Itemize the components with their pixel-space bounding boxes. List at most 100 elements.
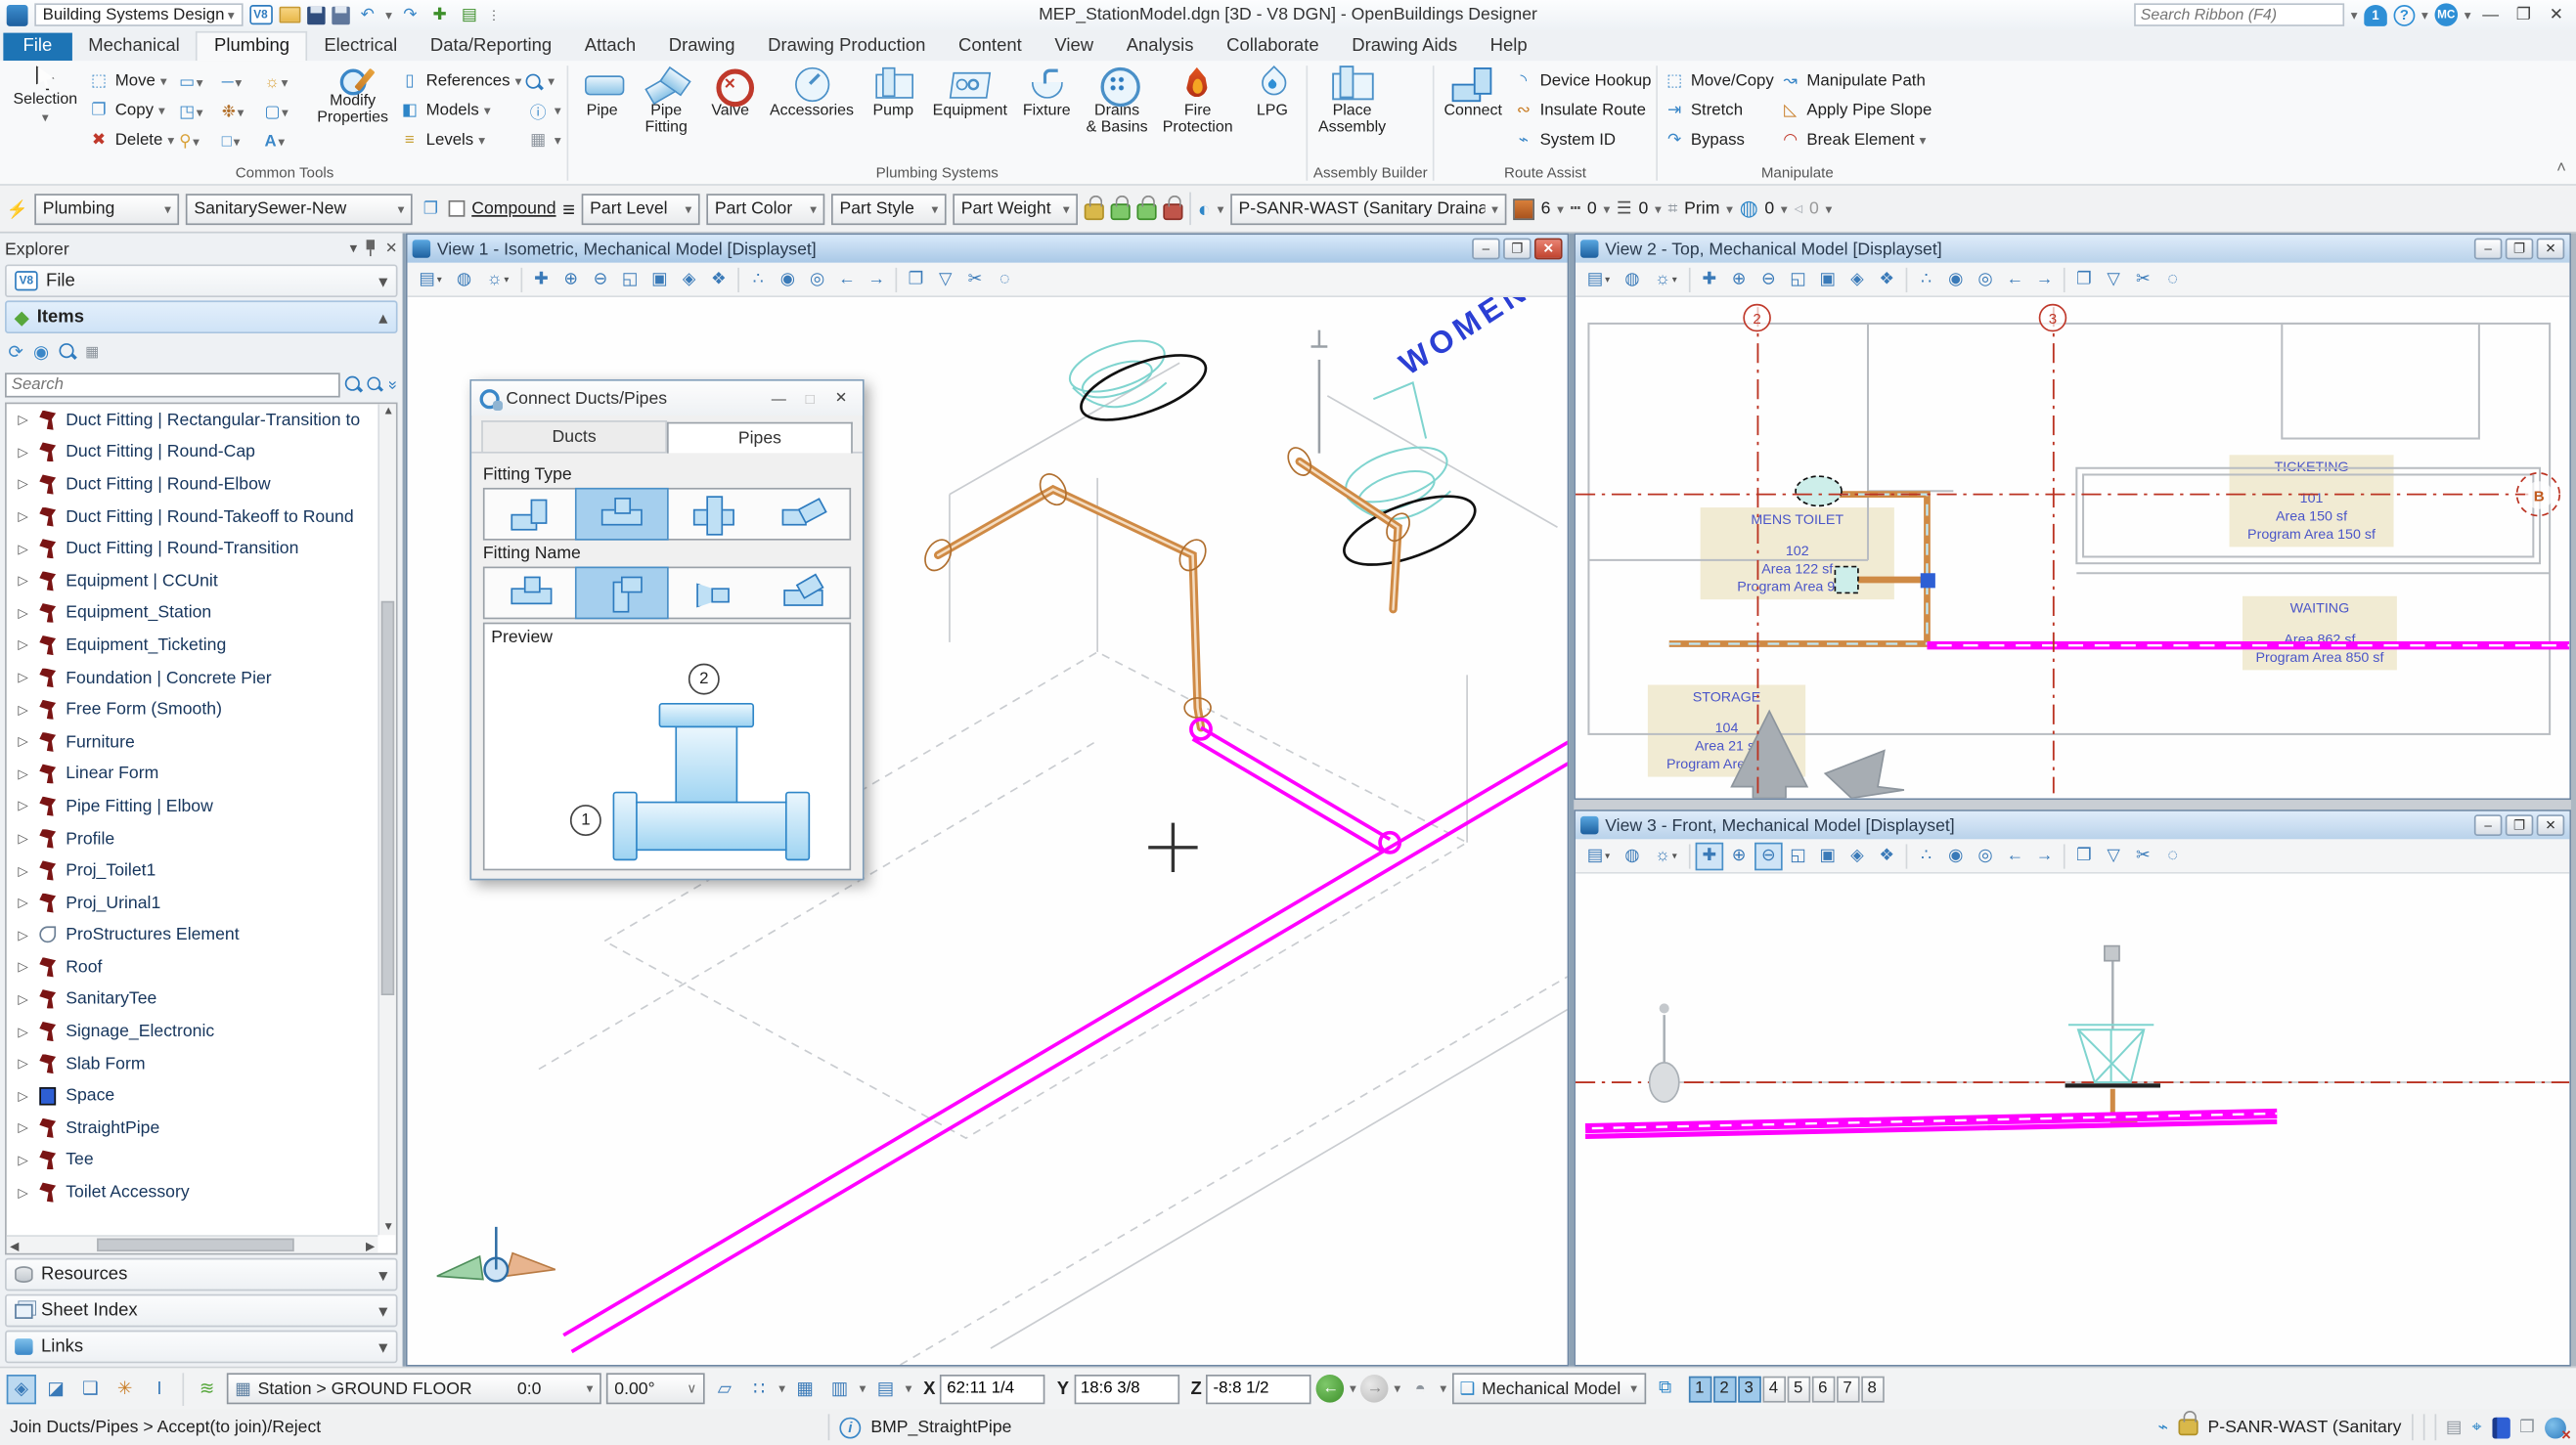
ribbon-tab[interactable]: Drawing Production (751, 33, 942, 62)
expand-icon[interactable] (17, 734, 29, 749)
collapse-ribbon-icon[interactable] (2556, 159, 2566, 177)
pan-view-icon[interactable] (1873, 265, 1901, 293)
saved-search-icon[interactable] (368, 377, 382, 392)
scrollbar-thumb[interactable] (97, 1239, 294, 1251)
view-toggle-button[interactable]: 5 (1787, 1376, 1810, 1402)
pushpin-icon[interactable] (428, 3, 452, 26)
window-area-icon[interactable] (1784, 265, 1812, 293)
tree-item[interactable]: Profile (7, 822, 396, 854)
displayset-icon[interactable] (2158, 265, 2187, 293)
fit-view-icon[interactable] (645, 265, 674, 293)
levels-button[interactable]: Levels (398, 126, 521, 154)
navigate-icon[interactable] (803, 265, 831, 293)
manipulate-path-button[interactable]: Manipulate Path (1779, 67, 1932, 96)
tree-item[interactable]: Duct Fitting | Rectangular-Transition to (7, 404, 396, 436)
fence-status-icon[interactable] (2472, 1417, 2482, 1438)
search-chevron-icon[interactable] (2351, 8, 2358, 22)
line-weight-icon[interactable] (1617, 198, 1632, 218)
measure-button[interactable] (222, 67, 265, 97)
selection-button[interactable]: Selection (8, 65, 82, 127)
isometric-lock-icon[interactable] (870, 1374, 900, 1403)
notifications-icon[interactable]: 1 (2364, 4, 2387, 25)
ribbon-tab[interactable]: Drawing Aids (1335, 33, 1473, 62)
level-lock-icon[interactable] (2178, 1419, 2198, 1435)
fly-icon[interactable] (774, 265, 802, 293)
plumbing-tool-button[interactable]: LPG (1243, 65, 1302, 122)
compound-icon[interactable] (419, 197, 442, 219)
plumbing-tool-button[interactable]: Valve (700, 65, 759, 122)
view-display-icon[interactable] (1580, 265, 1617, 293)
connection-status-icon[interactable] (2545, 1417, 2566, 1438)
modify-properties-button[interactable]: Modify Properties (312, 65, 393, 129)
dialog-minimize-button[interactable] (766, 387, 792, 409)
expand-icon[interactable] (17, 1120, 29, 1135)
tree-item[interactable]: ProStructures Element (7, 919, 396, 951)
expand-icon[interactable] (17, 477, 29, 492)
expand-icon[interactable] (17, 670, 29, 684)
save-icon[interactable] (307, 6, 325, 23)
tree-item[interactable]: Space (7, 1079, 396, 1112)
view-next-button[interactable] (1361, 1375, 1390, 1403)
fitting-name-option[interactable] (758, 568, 849, 617)
connect-ducts-pipes-dialog[interactable]: Connect Ducts/Pipes Ducts Pipes (469, 379, 864, 880)
account-chevron-icon[interactable] (2465, 8, 2471, 22)
unlock-icon[interactable] (1111, 203, 1131, 220)
expand-icon[interactable] (17, 413, 29, 427)
dialog-title-bar[interactable]: Connect Ducts/Pipes (471, 381, 863, 416)
snap-status-icon[interactable] (2158, 1418, 2169, 1437)
expand-icon[interactable] (17, 1153, 29, 1167)
view-restore-button[interactable] (2506, 814, 2534, 836)
expand-icon[interactable] (17, 509, 29, 524)
scroll-left-icon[interactable] (10, 1240, 19, 1252)
expand-icon[interactable] (17, 863, 29, 878)
grid-options-icon[interactable] (85, 342, 99, 360)
change-attributes-button[interactable] (222, 97, 265, 126)
clip-volume-icon[interactable] (2100, 265, 2128, 293)
scroll-right-icon[interactable] (366, 1240, 375, 1252)
workspace-selector[interactable]: Building Systems Design (34, 3, 243, 26)
rotate-view-icon[interactable] (1843, 842, 1872, 870)
view3-title-bar[interactable]: View 3 - Front, Mechanical Model [Displa… (1576, 811, 2569, 840)
grid-lock-icon[interactable] (824, 1374, 854, 1403)
view-close-button[interactable] (2537, 814, 2565, 836)
expand-icon[interactable] (17, 896, 29, 910)
clear-override-icon[interactable] (1696, 842, 1724, 870)
plumbing-tool-button[interactable]: Pipe (572, 65, 631, 122)
markup-notes-icon[interactable] (2492, 1417, 2509, 1438)
fitting-name-option[interactable] (667, 568, 758, 617)
chevron-down-icon[interactable] (378, 1300, 387, 1322)
view-next-icon[interactable] (2030, 265, 2059, 293)
clipboard-status-icon[interactable] (2519, 1418, 2535, 1437)
view-display-icon[interactable] (1580, 842, 1617, 870)
back-chevron-icon[interactable] (1350, 1381, 1356, 1396)
view-next-icon[interactable] (863, 265, 891, 293)
system-id-button[interactable]: System ID (1512, 126, 1651, 154)
navigate-icon[interactable] (1972, 265, 2000, 293)
apply-pipe-slope-button[interactable]: Apply Pipe Slope (1779, 97, 1932, 125)
insulate-route-button[interactable]: Insulate Route (1512, 97, 1651, 125)
delete-button[interactable]: Delete (87, 126, 174, 154)
ribbon-tab[interactable]: Electrical (308, 33, 415, 62)
part-level-select[interactable]: Part Level (582, 193, 700, 224)
expand-icon[interactable] (17, 1088, 29, 1103)
place-shape-button[interactable] (222, 126, 265, 155)
panel-menu-icon[interactable] (350, 240, 358, 257)
move-copy-button[interactable]: Move/Copy (1663, 67, 1774, 96)
expand-icon[interactable] (17, 638, 29, 653)
view3-canvas[interactable] (1576, 874, 2569, 1365)
items-tree[interactable]: Duct Fitting | Rectangular-Transition to… (5, 403, 397, 1255)
fit-view-icon[interactable] (1814, 265, 1843, 293)
user-avatar[interactable]: MC (2435, 3, 2459, 26)
clip-volume-icon[interactable] (931, 265, 959, 293)
zoom-search-button[interactable] (526, 67, 560, 96)
expand-icon[interactable] (17, 766, 29, 781)
items-search-input[interactable] (5, 372, 340, 396)
explorer-section-links[interactable]: Links (5, 1331, 397, 1364)
snap-mode-icon[interactable] (744, 1374, 774, 1403)
clear-override-icon[interactable] (527, 265, 555, 293)
expand-icon[interactable] (17, 1185, 29, 1200)
prim-chevron-icon[interactable] (1726, 201, 1733, 216)
ribbon-tab[interactable]: View (1039, 33, 1110, 62)
floor-manager-icon[interactable] (193, 1374, 222, 1403)
expand-search-icon[interactable] (384, 379, 402, 388)
